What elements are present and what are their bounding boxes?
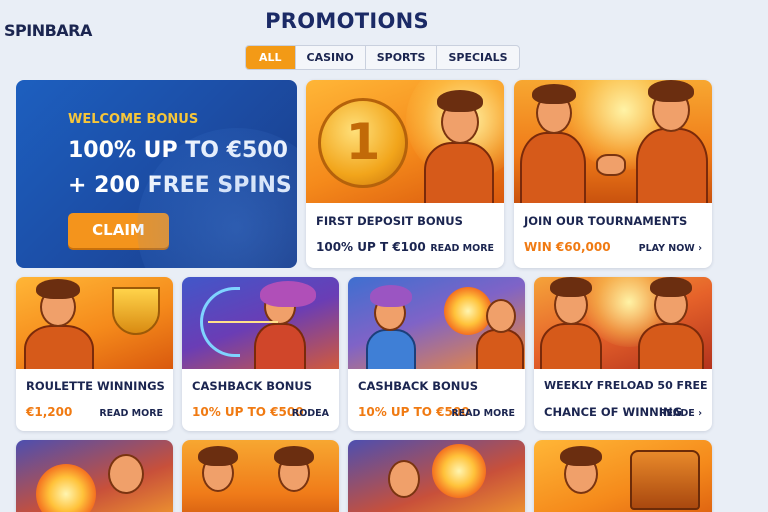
welcome-bonus-banner[interactable]: WELCOME BONUS 100% UP TO €500 + 200 FREE… — [16, 80, 297, 268]
hero-figure-body — [366, 329, 416, 369]
hero-figure-hair — [532, 84, 576, 104]
hero-figure-body — [24, 325, 94, 369]
trophy-icon — [112, 287, 160, 335]
coin-label: 1 — [345, 113, 381, 171]
hero-figure-hair — [560, 446, 602, 466]
hero-figure-body — [636, 128, 708, 203]
read-more-link[interactable]: READ MORE — [99, 408, 163, 419]
promo-card-value: €1,200 — [26, 405, 73, 419]
hero-headline-line-2: + 200 FREE SPINS — [68, 173, 292, 198]
promo-card-cashback-fire[interactable]: CASHBACK BONUS 10% UP TO €500 READ MORE — [348, 277, 525, 431]
category-tabs: ALL CASINO SPORTS SPECIALS — [245, 45, 520, 70]
promo-card-partial[interactable] — [182, 440, 339, 512]
tab-specials[interactable]: SPECIALS — [436, 46, 518, 69]
hero-figure-hair — [198, 446, 238, 466]
tab-all[interactable]: ALL — [246, 46, 295, 69]
promo-card-image — [182, 440, 339, 512]
promo-card-image — [182, 277, 339, 369]
read-more-link[interactable]: RODEA — [292, 408, 329, 419]
promo-card-value: WIN €60,000 — [524, 240, 611, 254]
promo-card-image: 1 — [306, 80, 504, 203]
hero-figure-body — [638, 323, 704, 369]
hero-headline-line-1: 100% UP TO €500 — [68, 138, 288, 163]
flame-icon — [36, 464, 96, 512]
promo-card-image — [16, 277, 173, 369]
promo-card-cashback-archer[interactable]: CASHBACK BONUS 10% UP TO €500 RODEA — [182, 277, 339, 431]
hero-figure-body — [476, 329, 524, 369]
arrow-icon — [208, 321, 278, 323]
fire-orb-icon — [444, 287, 492, 335]
promo-card-tournaments[interactable]: JOIN OUR TOURNAMENTS WIN €60,000 PLAY NO… — [514, 80, 712, 268]
promo-card-image — [534, 277, 712, 369]
hero-figure-hair — [437, 90, 483, 112]
hero-kicker: WELCOME BONUS — [68, 112, 199, 127]
play-now-link[interactable]: PLAY NOW › — [639, 243, 702, 254]
promo-card-image — [348, 277, 525, 369]
treasure-chest-icon — [630, 450, 700, 510]
promo-card-title: JOIN OUR TOURNAMENTS — [524, 214, 688, 228]
hero-figure-hair — [648, 80, 694, 102]
promo-card-image — [534, 440, 712, 512]
hero-figure-head — [388, 460, 420, 498]
tab-sports[interactable]: SPORTS — [364, 46, 437, 69]
hero-figure-hair — [650, 277, 692, 297]
promo-card-first-deposit[interactable]: 1 FIRST DEPOSIT BONUS 100% UP T €100 REA… — [306, 80, 504, 268]
hero-figure-hair — [550, 277, 592, 297]
read-more-link[interactable]: READ MORE — [430, 243, 494, 254]
archer-figure-body — [254, 323, 306, 369]
promo-card-weekly-reload[interactable]: WEEKLY FRELOAD 50 FREE SPINS CHANCE OF W… — [534, 277, 712, 431]
hero-figure-hair — [36, 279, 80, 299]
promo-card-image — [514, 80, 712, 203]
tab-casino[interactable]: CASINO — [294, 46, 365, 69]
read-more-link[interactable]: READ MORE — [451, 408, 515, 419]
promo-card-partial[interactable] — [348, 440, 525, 512]
promo-card-value: 10% UP TO €500 — [192, 405, 304, 419]
viking-figure-head — [108, 454, 144, 494]
claim-button[interactable]: CLAIM — [68, 213, 169, 248]
hero-figure-body — [540, 323, 602, 369]
read-more-link[interactable]: READE › — [659, 408, 702, 419]
promo-card-value: 100% UP T €100 — [316, 240, 426, 254]
promo-card-image — [348, 440, 525, 512]
promo-card-roulette-winnings[interactable]: ROULETTE WINNINGS €1,200 READ MORE — [16, 277, 173, 431]
promo-card-title: FIRST DEPOSIT BONUS — [316, 214, 463, 228]
promo-card-title: CASHBACK BONUS — [358, 379, 479, 393]
promo-card-partial[interactable] — [16, 440, 173, 512]
hero-figure-hair — [274, 446, 314, 466]
archer-figure-hair — [260, 281, 316, 307]
hero-figure-body — [424, 142, 494, 203]
promo-card-partial[interactable] — [534, 440, 712, 512]
page-title: PROMOTIONS — [265, 9, 429, 33]
promo-card-title: WEEKLY FRELOAD 50 FREE SPINS — [544, 379, 712, 392]
promo-card-title: CASHBACK BONUS — [192, 379, 313, 393]
handshake-icon — [596, 154, 626, 176]
hero-figure-body — [520, 132, 586, 203]
hero-figure-head — [486, 299, 516, 333]
gold-coin-icon: 1 — [318, 98, 408, 188]
promo-card-title: ROULETTE WINNINGS — [26, 379, 165, 393]
fireball-icon — [432, 444, 486, 498]
promo-card-image — [16, 440, 173, 512]
hero-figure-hair — [370, 285, 412, 307]
